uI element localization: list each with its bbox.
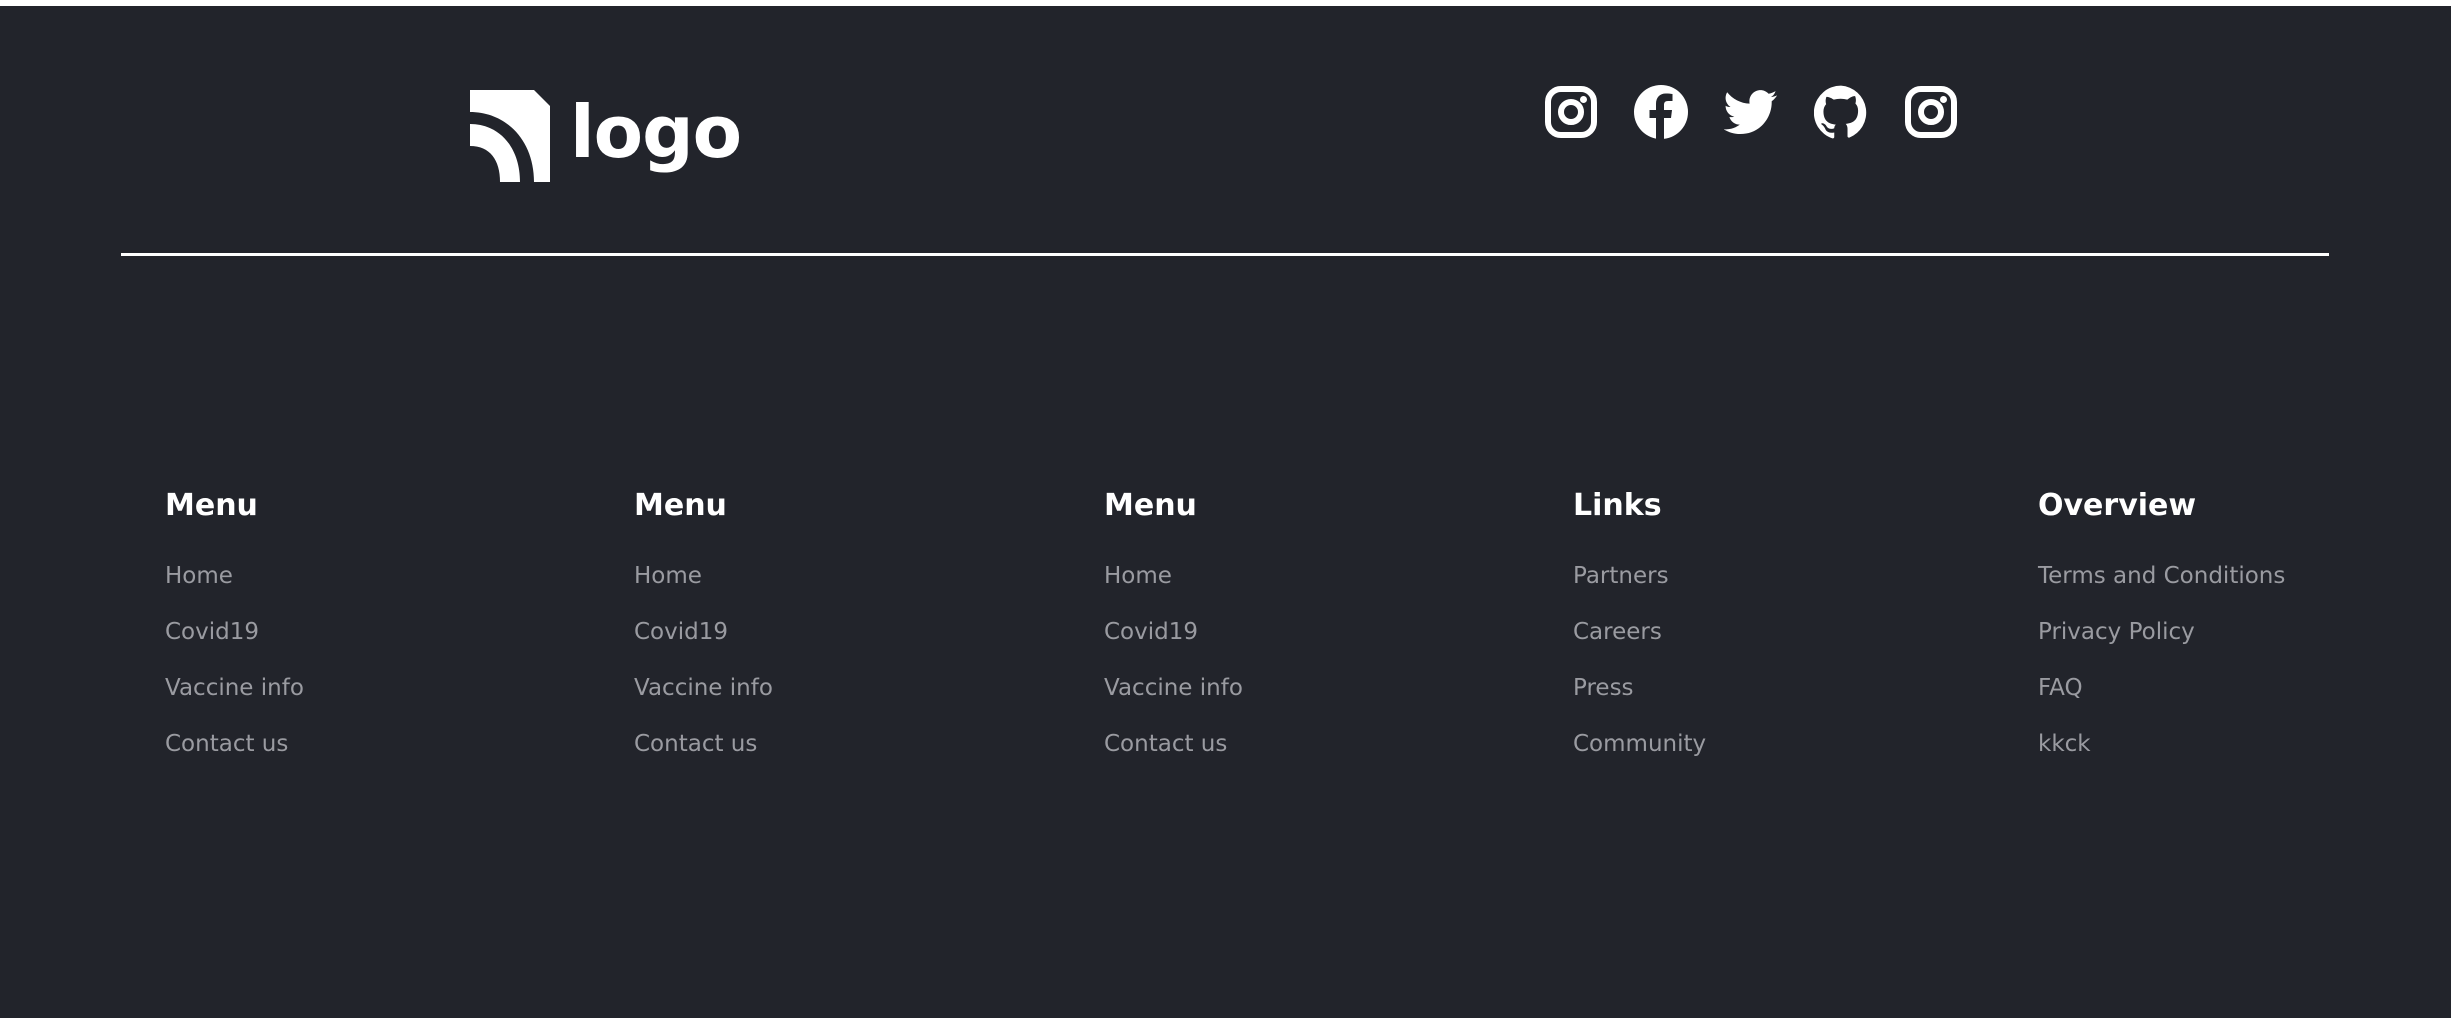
footer-link-contact-us[interactable]: Contact us: [1104, 731, 1227, 757]
footer-divider: [121, 253, 2329, 256]
footer-link-partners[interactable]: Partners: [1573, 563, 1669, 589]
list-item: Terms and Conditions: [2038, 560, 2285, 616]
list-item: Careers: [1573, 616, 1706, 672]
footer-link-careers[interactable]: Careers: [1573, 619, 1662, 645]
footer-link-vaccine-info[interactable]: Vaccine info: [634, 675, 773, 701]
list-item: Home: [165, 560, 304, 616]
footer-link-kkck[interactable]: kkck: [2038, 731, 2091, 757]
column-title: Menu: [165, 488, 258, 523]
link-list: Home Covid19 Vaccine info Contact us: [165, 560, 304, 784]
column-title: Menu: [634, 488, 727, 523]
facebook-link[interactable]: [1634, 85, 1688, 139]
column-title: Links: [1573, 488, 1662, 523]
list-item: Contact us: [634, 728, 773, 784]
list-item: Covid19: [634, 616, 773, 672]
list-item: Vaccine info: [634, 672, 773, 728]
list-item: Vaccine info: [1104, 672, 1243, 728]
list-item: FAQ: [2038, 672, 2285, 728]
logo-text: logo: [570, 90, 742, 174]
footer-link-vaccine-info[interactable]: Vaccine info: [165, 675, 304, 701]
footer-link-contact-us[interactable]: Contact us: [634, 731, 757, 757]
column-title: Overview: [2038, 488, 2197, 523]
footer-column-links: Links Partners Careers Press Community: [1573, 486, 1706, 784]
link-list: Home Covid19 Vaccine info Contact us: [1104, 560, 1243, 784]
list-item: Home: [1104, 560, 1243, 616]
footer-link-contact-us[interactable]: Contact us: [165, 731, 288, 757]
footer-link-press[interactable]: Press: [1573, 675, 1634, 701]
twitter-icon: [1724, 90, 1778, 135]
list-item: Covid19: [165, 616, 304, 672]
footer-link-terms[interactable]: Terms and Conditions: [2038, 563, 2285, 589]
logo-link[interactable]: logo: [470, 90, 742, 182]
footer-column-menu-1: Menu Home Covid19 Vaccine info Contact u…: [165, 486, 304, 784]
instagram-link[interactable]: [1544, 85, 1598, 139]
list-item: Vaccine info: [165, 672, 304, 728]
footer-column-menu-2: Menu Home Covid19 Vaccine info Contact u…: [634, 486, 773, 784]
footer-link-covid19[interactable]: Covid19: [1104, 619, 1198, 645]
footer-link-home[interactable]: Home: [1104, 563, 1172, 589]
instagram-link-2[interactable]: [1904, 85, 1958, 139]
link-list: Terms and Conditions Privacy Policy FAQ …: [2038, 560, 2285, 784]
list-item: Privacy Policy: [2038, 616, 2285, 672]
instagram-icon: [1545, 86, 1597, 138]
footer-column-overview: Overview Terms and Conditions Privacy Po…: [2038, 486, 2285, 784]
github-link[interactable]: [1814, 85, 1868, 139]
footer-link-faq[interactable]: FAQ: [2038, 675, 2083, 701]
list-item: Partners: [1573, 560, 1706, 616]
facebook-icon: [1634, 85, 1688, 139]
footer-link-community[interactable]: Community: [1573, 731, 1706, 757]
list-item: Home: [634, 560, 773, 616]
rss-logo-icon: [470, 90, 550, 182]
twitter-link[interactable]: [1724, 85, 1778, 139]
list-item: kkck: [2038, 728, 2285, 784]
footer-link-home[interactable]: Home: [634, 563, 702, 589]
column-title: Menu: [1104, 488, 1197, 523]
footer-link-covid19[interactable]: Covid19: [165, 619, 259, 645]
social-links: [1544, 85, 1958, 139]
footer-link-privacy[interactable]: Privacy Policy: [2038, 619, 2195, 645]
footer-link-vaccine-info[interactable]: Vaccine info: [1104, 675, 1243, 701]
footer-link-home[interactable]: Home: [165, 563, 233, 589]
list-item: Contact us: [165, 728, 304, 784]
list-item: Community: [1573, 728, 1706, 784]
github-icon: [1814, 85, 1867, 139]
link-list: Home Covid19 Vaccine info Contact us: [634, 560, 773, 784]
list-item: Press: [1573, 672, 1706, 728]
list-item: Contact us: [1104, 728, 1243, 784]
footer-column-menu-3: Menu Home Covid19 Vaccine info Contact u…: [1104, 486, 1243, 784]
instagram-icon: [1905, 86, 1957, 138]
link-list: Partners Careers Press Community: [1573, 560, 1706, 784]
list-item: Covid19: [1104, 616, 1243, 672]
site-footer: logo Menu Home Covid19 Vaccine info Cont…: [0, 6, 2451, 1018]
footer-link-covid19[interactable]: Covid19: [634, 619, 728, 645]
